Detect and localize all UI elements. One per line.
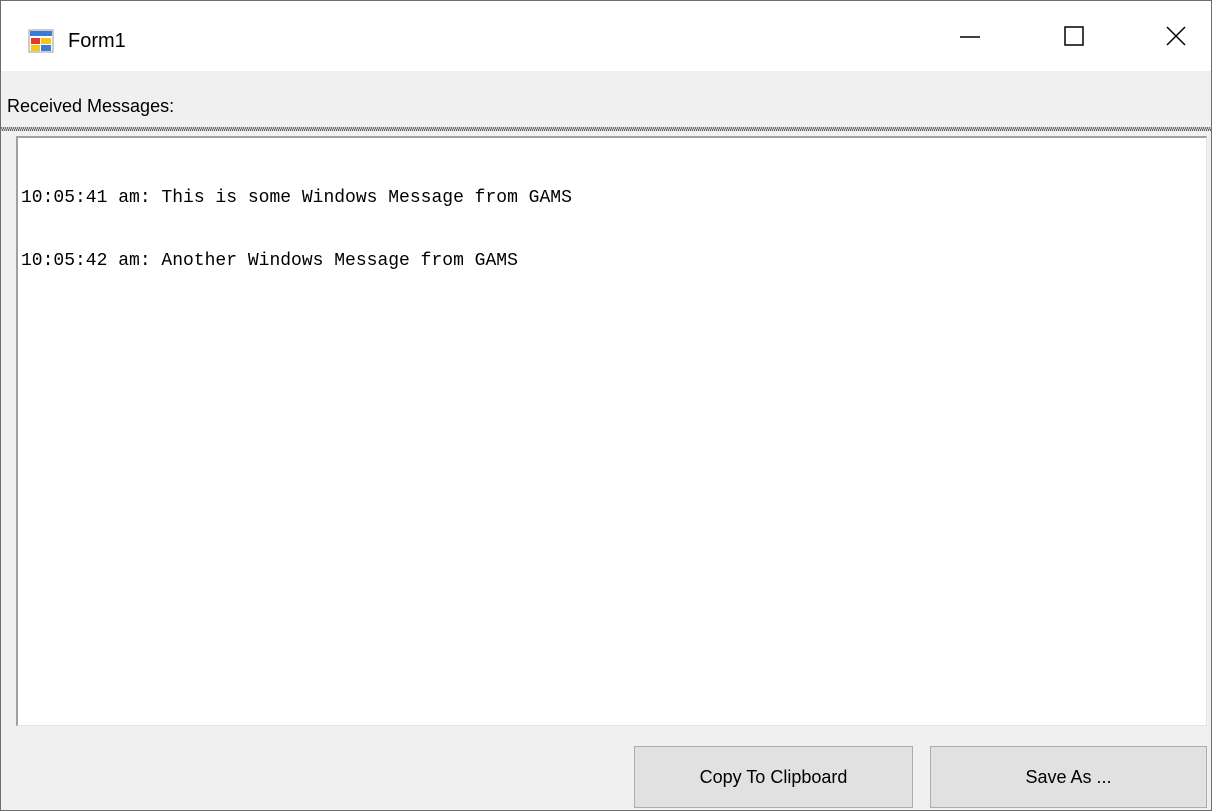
client-area: Received Messages: 10:05:41 am: This is … — [1, 71, 1211, 810]
message-line: 10:05:42 am: Another Windows Message fro… — [21, 251, 518, 271]
copy-to-clipboard-button[interactable]: Copy To Clipboard — [634, 746, 913, 808]
title-bar[interactable]: Form1 — [1, 1, 1211, 71]
received-messages-label: Received Messages: — [7, 96, 175, 116]
save-as-button[interactable]: Save As ... — [930, 746, 1207, 808]
close-icon — [1166, 26, 1186, 46]
splitter-handle[interactable] — [1, 127, 1211, 131]
messages-textbox[interactable]: 10:05:41 am: This is some Windows Messag… — [16, 136, 1207, 726]
window-title: Form1 — [68, 30, 126, 52]
minimize-icon — [960, 36, 980, 38]
maximize-button[interactable] — [1039, 1, 1109, 71]
minimize-button[interactable] — [935, 1, 1005, 71]
message-line: 10:05:41 am: This is some Windows Messag… — [21, 188, 572, 208]
close-button[interactable] — [1141, 1, 1211, 71]
maximize-icon — [1064, 26, 1084, 46]
app-icon — [28, 29, 54, 53]
form1-window: Form1 Received Messages: 10:05:41 am: Th… — [0, 0, 1212, 811]
